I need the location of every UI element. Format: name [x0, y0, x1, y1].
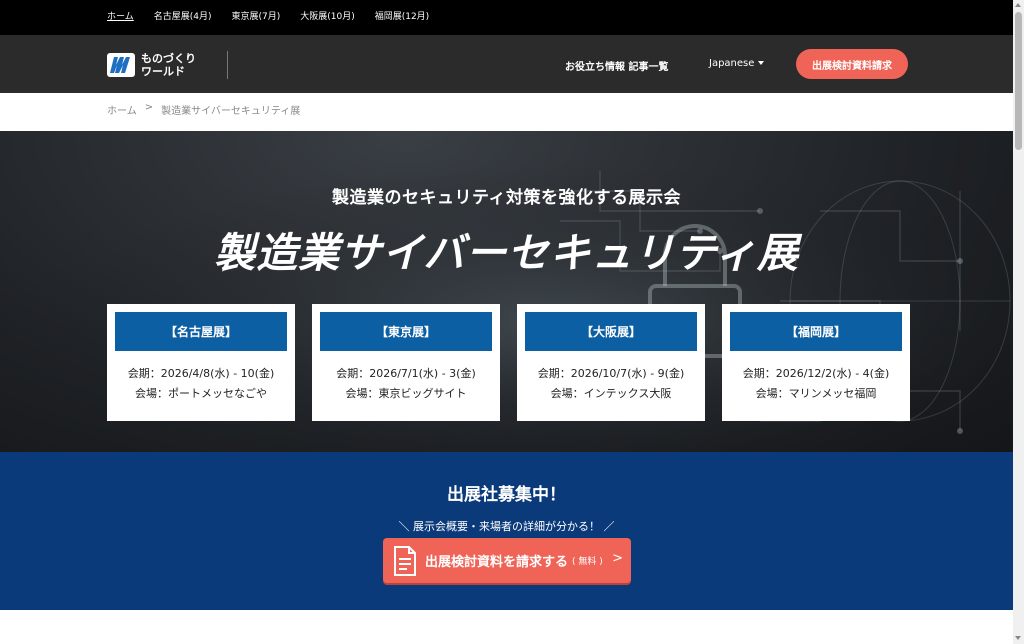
top-nav-osaka[interactable]: 大阪展(10月): [300, 11, 354, 23]
request-button-note: ( 無料 ): [572, 557, 603, 567]
site-header: ものづくり ワールド お役立ち情報 記事一覧 Japanese 出展検討資料請求: [0, 35, 1013, 93]
hero-title: 製造業サイバーセキュリティ展: [214, 229, 799, 277]
venue-card-title: 【名古屋展】: [115, 312, 287, 351]
venue-cards: 【名古屋展】 会期：2026/4/8(水) - 10(金) 会場：ポートメッセな…: [107, 304, 910, 421]
request-materials-button[interactable]: 出展検討資料を請求する ( 無料 ) >: [383, 538, 631, 583]
logo-mark-icon: [107, 53, 135, 77]
exhibitor-recruit-section: 出展社募集中！ ＼ 展示会概要・来場者の詳細が分かる！ ／ 出展検討資料を請求す…: [0, 452, 1013, 610]
venue-card-osaka[interactable]: 【大阪展】 会期：2026/10/7(水) - 9(金) 会場：インテックス大阪: [517, 304, 705, 421]
venue-card-place: 会場：インテックス大阪: [550, 387, 672, 400]
request-button-label: 出展検討資料を請求する: [425, 555, 569, 570]
venue-card-place: 会場：マリンメッセ福岡: [755, 387, 877, 400]
breadcrumb-separator: >: [144, 102, 154, 113]
top-nav-nagoya[interactable]: 名古屋展(4月): [154, 11, 212, 23]
nav-articles-link[interactable]: お役立ち情報 記事一覧: [565, 58, 668, 73]
venue-card-period: 会期：2026/7/1(水) - 3(金): [336, 367, 476, 380]
hero-subtitle: 製造業のセキュリティ対策を強化する展示会: [332, 188, 681, 208]
top-nav-tokyo[interactable]: 東京展(7月): [231, 11, 280, 23]
venue-card-tokyo[interactable]: 【東京展】 会期：2026/7/1(水) - 3(金) 会場：東京ビッグサイト: [312, 304, 500, 421]
hero-banner: 製造業のセキュリティ対策を強化する展示会 製造業サイバーセキュリティ展 【名古屋…: [0, 131, 1013, 452]
venue-card-nagoya[interactable]: 【名古屋展】 会期：2026/4/8(水) - 10(金) 会場：ポートメッセな…: [107, 304, 295, 421]
caret-down-icon: [758, 61, 765, 65]
venue-card-title: 【東京展】: [320, 312, 492, 351]
scrollbar-thumb[interactable]: [1015, 12, 1022, 150]
recruit-subtitle: ＼ 展示会概要・来場者の詳細が分かる！ ／: [398, 520, 615, 533]
recruit-title: 出展社募集中！: [447, 485, 566, 505]
venue-card-period: 会期：2026/4/8(水) - 10(金): [127, 367, 275, 380]
chevron-right-icon: >: [612, 551, 623, 566]
top-nav: ホーム 名古屋展(4月) 東京展(7月) 大阪展(10月) 福岡展(12月): [107, 11, 429, 23]
scroll-up-icon[interactable]: [1015, 3, 1021, 7]
site-logo[interactable]: ものづくり ワールド: [107, 49, 231, 81]
venue-card-title: 【大阪展】: [525, 312, 697, 351]
top-nav-fukuoka[interactable]: 福岡展(12月): [375, 11, 429, 23]
breadcrumb: ホーム > 製造業サイバーセキュリティ展: [107, 102, 300, 117]
logo-line2: ワールド: [141, 65, 185, 78]
venue-card-period: 会期：2026/10/7(水) - 9(金): [537, 367, 685, 380]
scroll-down-icon[interactable]: [1015, 636, 1021, 640]
breadcrumb-home[interactable]: ホーム: [107, 102, 137, 117]
page-scrollbar[interactable]: [1013, 0, 1024, 644]
top-nav-home[interactable]: ホーム: [107, 11, 134, 23]
language-selector[interactable]: Japanese: [709, 58, 765, 69]
top-bar: ホーム 名古屋展(4月) 東京展(7月) 大阪展(10月) 福岡展(12月): [0, 0, 1013, 35]
venue-card-period: 会期：2026/12/2(水) - 4(金): [742, 367, 890, 380]
logo-line1: ものづくり: [141, 52, 196, 65]
header-request-button[interactable]: 出展検討資料請求: [796, 49, 908, 79]
venue-card-place: 会場：東京ビッグサイト: [345, 387, 467, 400]
venue-card-place: 会場：ポートメッセなごや: [135, 387, 267, 400]
logo-divider: [227, 51, 228, 79]
breadcrumb-current: 製造業サイバーセキュリティ展: [161, 106, 301, 117]
document-icon: [394, 545, 416, 576]
venue-card-fukuoka[interactable]: 【福岡展】 会期：2026/12/2(水) - 4(金) 会場：マリンメッセ福岡: [722, 304, 910, 421]
logo-text: ものづくり ワールド: [141, 52, 196, 78]
language-label: Japanese: [709, 58, 755, 69]
venue-card-title: 【福岡展】: [730, 312, 902, 351]
